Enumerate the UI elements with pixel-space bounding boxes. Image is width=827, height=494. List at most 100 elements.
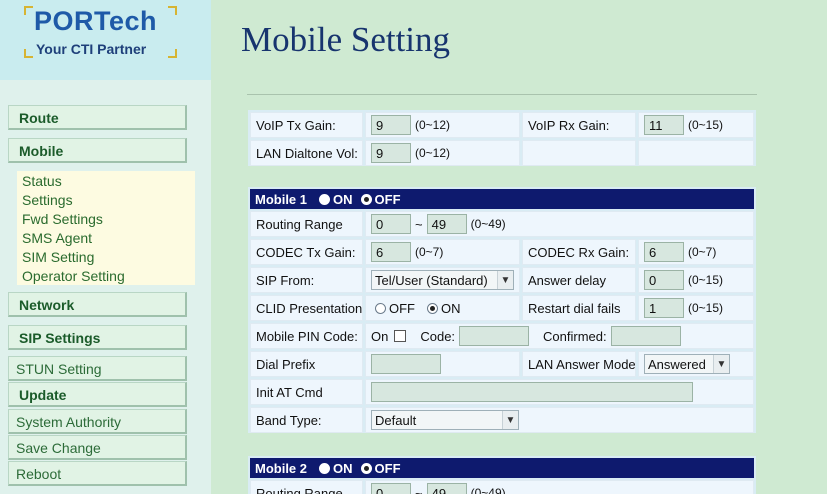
pin-on-checkbox[interactable] — [394, 330, 407, 342]
lan-answer-select[interactable]: Answered ▼ — [644, 354, 730, 374]
brand-tagline: Your CTI Partner — [36, 41, 147, 57]
mobile2-routing-from-input[interactable]: 0 — [371, 483, 411, 494]
lan-dialtone-label: LAN Dialtone Vol: — [250, 140, 363, 166]
mobile1-on-radio[interactable] — [319, 193, 331, 205]
menu-stun-setting[interactable]: STUN Setting — [8, 356, 187, 381]
clid-on-radio[interactable] — [427, 302, 438, 314]
lan-answer-label: LAN Answer Mode — [522, 351, 636, 377]
chevron-down-icon: ▼ — [713, 355, 729, 373]
codec-rx-label: CODEC Rx Gain: — [522, 239, 636, 265]
brand-name: PORTech — [34, 6, 158, 36]
chevron-down-icon: ▼ — [497, 271, 513, 289]
mobile2-off-label: OFF — [374, 460, 401, 476]
codec-tx-cell: 6 (0~7) — [365, 239, 520, 265]
mobile2-on-radio[interactable] — [319, 462, 331, 474]
menu-route[interactable]: Route — [8, 105, 187, 130]
clid-on-label: ON — [441, 300, 461, 316]
submenu-fwd-settings[interactable]: Fwd Settings — [22, 211, 103, 227]
lan-answer-cell: Answered ▼ — [638, 351, 754, 377]
sip-from-select[interactable]: Tel/User (Standard) ▼ — [371, 270, 514, 290]
voip-tx-cell: 9 (0~12) — [365, 112, 520, 138]
init-at-label: Init AT Cmd — [250, 379, 363, 405]
voip-tx-range: (0~12) — [415, 118, 451, 132]
dial-prefix-cell — [365, 351, 520, 377]
mobile2-table: Mobile 2 ON OFF Routing Range 0 ~ 49 (0~… — [248, 456, 756, 494]
clid-off-radio[interactable] — [375, 302, 386, 314]
codec-tx-label: CODEC Tx Gain: — [250, 239, 363, 265]
voip-rx-input[interactable]: 11 — [644, 115, 684, 135]
menu-sip-settings[interactable]: SIP Settings — [8, 325, 187, 350]
pin-on-label: On — [371, 328, 389, 344]
answer-delay-cell: 0 (0~15) — [638, 267, 754, 293]
routing-to-input[interactable]: 49 — [426, 214, 467, 234]
routing-from-input[interactable]: 0 — [371, 214, 411, 234]
clid-cell: OFF ON — [365, 295, 520, 321]
logo-area: PORTech Your CTI Partner — [0, 0, 211, 80]
mobile2-routing-separator: ~ — [415, 485, 423, 494]
voip-rx-range: (0~15) — [688, 118, 724, 132]
menu-save-change[interactable]: Save Change — [8, 435, 187, 460]
mobile2-routing-cell: 0 ~ 49 (0~49) — [365, 480, 754, 494]
submenu-settings[interactable]: Settings — [22, 192, 73, 208]
routing-range-hint: (0~49) — [470, 217, 506, 231]
mobile1-on-label: ON — [333, 191, 353, 207]
menu-system-authority[interactable]: System Authority — [8, 409, 187, 434]
voip-tx-label: VoIP Tx Gain: — [250, 112, 363, 138]
answer-delay-range: (0~15) — [688, 273, 724, 287]
pin-code-field-label: Code: — [420, 328, 456, 344]
submenu-sms-agent[interactable]: SMS Agent — [22, 230, 92, 246]
band-type-cell: Default ▼ — [365, 407, 754, 433]
submenu-operator-setting[interactable]: Operator Setting — [22, 268, 125, 284]
pin-confirmed-input[interactable] — [610, 326, 681, 346]
init-at-input[interactable] — [371, 382, 693, 402]
codec-tx-input[interactable]: 6 — [371, 242, 411, 262]
mobile1-table: Mobile 1 ON OFF Routing Range 0 ~ 49 (0~… — [248, 187, 756, 433]
restart-dial-input[interactable]: 1 — [644, 298, 684, 318]
pin-code-label: Mobile PIN Code: — [250, 323, 363, 349]
mobile2-off-radio[interactable] — [360, 462, 372, 474]
codec-tx-range: (0~7) — [415, 245, 444, 259]
routing-range-label: Routing Range — [250, 211, 363, 237]
mobile2-title: Mobile 2 — [255, 460, 308, 476]
chevron-down-icon: ▼ — [502, 411, 518, 429]
menu-update[interactable]: Update — [8, 382, 187, 407]
submenu-sim-setting[interactable]: SIM Setting — [22, 249, 94, 265]
main-content: Mobile Setting VoIP Tx Gain: 9 (0~12) Vo… — [211, 0, 827, 494]
gain-settings-table: VoIP Tx Gain: 9 (0~12) VoIP Rx Gain: 11 … — [248, 110, 756, 166]
init-at-cell — [365, 379, 754, 405]
band-type-value: Default — [375, 412, 417, 428]
mobile2-routing-hint: (0~49) — [470, 486, 506, 494]
lan-dialtone-input[interactable]: 9 — [371, 143, 411, 163]
lan-dialtone-range: (0~12) — [415, 146, 451, 160]
band-type-label: Band Type: — [250, 407, 363, 433]
codec-rx-input[interactable]: 6 — [644, 242, 684, 262]
mobile2-header: Mobile 2 ON OFF — [250, 458, 754, 478]
mobile1-title: Mobile 1 — [255, 191, 308, 207]
mobile-submenu: Status Settings Fwd Settings SMS Agent S… — [17, 171, 195, 285]
empty-cell — [638, 140, 754, 166]
submenu-status[interactable]: Status — [22, 173, 62, 189]
mobile2-routing-label: Routing Range — [250, 480, 363, 494]
sip-from-cell: Tel/User (Standard) ▼ — [365, 267, 520, 293]
clid-label: CLID Presentation — [250, 295, 363, 321]
mobile2-routing-to-input[interactable]: 49 — [426, 483, 467, 494]
answer-delay-label: Answer delay — [522, 267, 636, 293]
pin-code-input[interactable] — [459, 326, 530, 346]
menu-mobile[interactable]: Mobile — [8, 138, 187, 163]
voip-rx-label: VoIP Rx Gain: — [522, 112, 636, 138]
mobile1-off-radio[interactable] — [360, 193, 372, 205]
menu-network[interactable]: Network — [8, 292, 187, 317]
lan-dialtone-cell: 9 (0~12) — [365, 140, 520, 166]
band-type-select[interactable]: Default ▼ — [371, 410, 519, 430]
answer-delay-input[interactable]: 0 — [644, 270, 684, 290]
voip-tx-input[interactable]: 9 — [371, 115, 411, 135]
portech-logo: PORTech Your CTI Partner — [24, 6, 177, 58]
sip-from-value: Tel/User (Standard) — [375, 272, 488, 288]
routing-range-cell: 0 ~ 49 (0~49) — [365, 211, 754, 237]
restart-dial-label: Restart dial fails — [522, 295, 636, 321]
dial-prefix-input[interactable] — [371, 354, 441, 374]
dial-prefix-label: Dial Prefix — [250, 351, 363, 377]
lan-answer-value: Answered — [648, 356, 706, 372]
menu-reboot[interactable]: Reboot — [8, 461, 187, 486]
pin-code-cell: On Code: Confirmed: — [365, 323, 754, 349]
